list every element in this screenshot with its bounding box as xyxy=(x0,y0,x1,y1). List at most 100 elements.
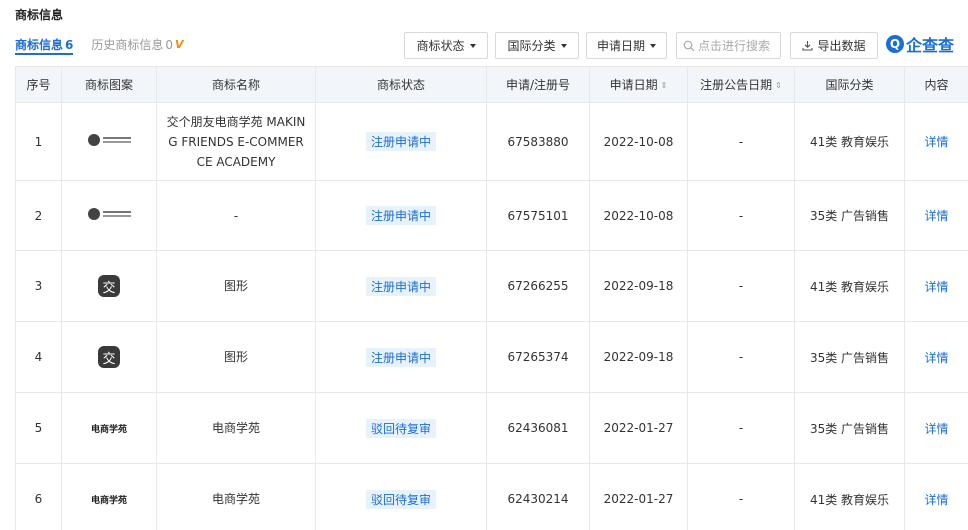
cell-status: 注册申请中 xyxy=(315,180,487,251)
status-badge: 驳回待复审 xyxy=(365,418,436,438)
cell-apply-date: 2022-01-27 xyxy=(589,392,688,464)
table-row: 2- 注册申请中 67575101 2022-10-08-35类 广告销售 详情 xyxy=(15,180,968,251)
col-header-status: 商标状态 xyxy=(315,66,487,103)
export-label: 导出数据 xyxy=(817,39,866,53)
chevron-down-icon xyxy=(560,43,567,48)
tab-history-label: 历史商标信息 xyxy=(91,38,164,52)
cell-announce-date: - xyxy=(687,392,795,464)
status-badge: 注册申请中 xyxy=(365,276,436,296)
cell-status: 驳回待复审 xyxy=(315,392,487,464)
chevron-down-icon xyxy=(650,43,656,48)
cell-announce-date: - xyxy=(687,180,795,251)
chevron-down-icon xyxy=(469,43,476,48)
tab-active-underline xyxy=(15,53,73,55)
cell-index: 4 xyxy=(15,321,62,393)
cell-reg-no: 67575101 xyxy=(486,180,590,251)
table-row: 6 电商学苑 电商学苑 驳回待复审 62430214 2022-01-27-41类 教育娱… xyxy=(15,463,968,530)
cell-status: 驳回待复审 xyxy=(315,463,487,530)
cell-reg-no: 67583880 xyxy=(486,102,590,181)
cell-name: 电商学苑 xyxy=(156,392,316,464)
col-header-content: 内容 xyxy=(904,66,968,103)
cell-intl-class: 35类 广告销售 xyxy=(794,392,905,464)
cell-intl-class: 41类 教育娱乐 xyxy=(794,463,905,530)
apply-date-header-label: 申请日期 xyxy=(609,78,658,92)
trademark-mark-icon xyxy=(87,208,100,220)
status-badge: 驳回待复审 xyxy=(365,489,436,509)
cell-reg-no: 62436081 xyxy=(486,392,590,464)
cell-apply-date: 2022-10-08 xyxy=(589,102,688,181)
cell-index: 6 xyxy=(15,463,62,530)
col-header-announce-date[interactable]: 注册公告日期 ⇕ xyxy=(687,66,795,103)
qichacha-logo: Q 企查查 xyxy=(886,32,954,56)
cell-name: 图形 xyxy=(156,321,316,393)
cell-reg-no: 67265374 xyxy=(486,321,590,393)
cell-index: 3 xyxy=(15,250,62,322)
tab-trademark-info-count: 6 xyxy=(65,38,74,52)
tab-bar: 商标信息 6 历史商标信息 0 V xyxy=(15,36,184,53)
status-filter-dropdown[interactable]: 商标状态 xyxy=(404,32,488,59)
cell-image: 交 xyxy=(61,250,157,322)
detail-link[interactable]: 详情 xyxy=(924,209,948,223)
export-button[interactable]: 导出数据 xyxy=(790,32,878,59)
sort-icon[interactable]: ⇕ xyxy=(775,81,782,90)
cell-content: 详情 xyxy=(904,250,968,322)
trademark-image[interactable]: 电商学苑 xyxy=(91,496,127,506)
cell-announce-date: - xyxy=(687,102,795,181)
cell-announce-date: - xyxy=(687,321,795,393)
trademark-image[interactable]: 交 xyxy=(98,275,120,297)
tab-trademark-info-label: 商标信息 xyxy=(15,38,64,52)
cell-reg-no: 62430214 xyxy=(486,463,590,530)
trademark-image[interactable] xyxy=(87,208,131,220)
apply-date-filter-label: 申请日期 xyxy=(596,39,645,53)
cell-intl-class: 41类 教育娱乐 xyxy=(794,250,905,322)
apply-date-filter-dropdown[interactable]: 申请日期 xyxy=(586,32,667,59)
table-row: 5 电商学苑 电商学苑 驳回待复审 62436081 2022-01-27-35类 广告销… xyxy=(15,392,968,464)
tab-trademark-info[interactable]: 商标信息 6 xyxy=(15,36,73,53)
cell-index: 5 xyxy=(15,392,62,464)
detail-link[interactable]: 详情 xyxy=(924,493,948,507)
search-placeholder: 点击进行搜索 xyxy=(698,39,771,53)
cell-name: 交个朋友电商学苑 MAKING FRIENDS E-COMMERCE ACADE… xyxy=(156,102,316,181)
cell-apply-date: 2022-09-18 xyxy=(589,250,688,322)
table-row: 3 交 图形 注册申请中 67266255 2022-09-18-41类 教育娱乐 详情 xyxy=(15,250,968,322)
col-header-apply-date[interactable]: 申请日期 ⇕ xyxy=(589,66,688,103)
cell-image: 交 xyxy=(61,321,157,393)
intl-class-filter-dropdown[interactable]: 国际分类 xyxy=(495,32,579,59)
col-header-index: 序号 xyxy=(15,66,62,103)
col-header-name: 商标名称 xyxy=(156,66,316,103)
cell-status: 注册申请中 xyxy=(315,102,487,181)
trademark-table: 序号 商标图案 商标名称 商标状态 申请/注册号 申请日期 ⇕ 注册公告日期 ⇕ 国… xyxy=(15,66,968,530)
download-icon xyxy=(802,41,814,51)
cell-name: 电商学苑 xyxy=(156,463,316,530)
qichacha-logo-text: 企查查 xyxy=(906,36,955,55)
search-icon xyxy=(683,40,695,51)
search-input[interactable]: 点击进行搜索 xyxy=(676,32,781,59)
table-header-row: 序号 商标图案 商标名称 商标状态 申请/注册号 申请日期 ⇕ 注册公告日期 ⇕ 国… xyxy=(15,66,968,103)
col-header-intl-class: 国际分类 xyxy=(794,66,905,103)
trademark-image[interactable] xyxy=(87,134,131,146)
sort-icon[interactable]: ⇕ xyxy=(661,81,668,90)
cell-image xyxy=(61,102,157,181)
cell-status: 注册申请中 xyxy=(315,250,487,322)
cell-intl-class: 35类 广告销售 xyxy=(794,321,905,393)
cell-name: 图形 xyxy=(156,250,316,322)
cell-apply-date: 2022-01-27 xyxy=(589,463,688,530)
col-header-image: 商标图案 xyxy=(61,66,157,103)
detail-link[interactable]: 详情 xyxy=(924,351,948,365)
detail-link[interactable]: 详情 xyxy=(924,135,948,149)
trademark-image[interactable]: 电商学苑 xyxy=(91,425,127,435)
trademark-wordmark-icon xyxy=(102,137,131,143)
cell-name: - xyxy=(156,180,316,251)
detail-link[interactable]: 详情 xyxy=(924,280,948,294)
trademark-image[interactable]: 交 xyxy=(98,346,120,368)
cell-intl-class: 41类 教育娱乐 xyxy=(794,102,905,181)
detail-link[interactable]: 详情 xyxy=(924,422,948,436)
cell-content: 详情 xyxy=(904,102,968,181)
cell-announce-date: - xyxy=(687,250,795,322)
col-header-reg-no: 申请/注册号 xyxy=(486,66,590,103)
cell-image: 电商学苑 xyxy=(61,392,157,464)
tab-history-trademark[interactable]: 历史商标信息 0 V xyxy=(91,36,183,53)
cell-apply-date: 2022-10-08 xyxy=(589,180,688,251)
announce-date-header-label: 注册公告日期 xyxy=(700,78,773,92)
table-row: 4 交 图形 注册申请中 67265374 2022-09-18-35类 广告销售 详情 xyxy=(15,321,968,393)
